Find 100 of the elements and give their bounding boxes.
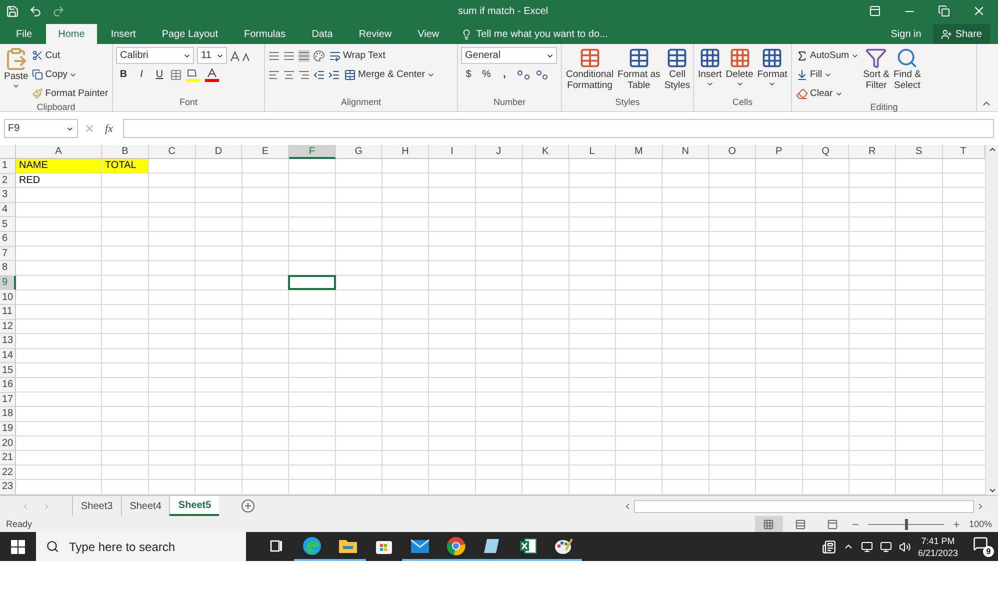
cells-button[interactable]: Format	[756, 47, 788, 97]
merge-center-button[interactable]: Merge & Center	[343, 66, 436, 83]
italic-button[interactable]: I	[134, 66, 149, 83]
taskbar-search-bar[interactable]: Type here to search	[36, 532, 246, 561]
fill-color-icon[interactable]	[185, 66, 201, 82]
row-header[interactable]: 22	[0, 465, 16, 480]
currency-button[interactable]: $	[461, 66, 476, 83]
column-header[interactable]: P	[756, 145, 803, 159]
align-bottom-icon[interactable]	[298, 50, 310, 62]
underline-button[interactable]: U	[152, 66, 167, 83]
comma-button[interactable]: ,	[497, 66, 512, 83]
row-header[interactable]: 13	[0, 334, 16, 349]
column-header[interactable]: I	[429, 145, 476, 159]
column-header[interactable]: K	[522, 145, 570, 159]
column-header[interactable]: R	[849, 145, 896, 159]
notifications-button[interactable]: 9	[973, 536, 994, 557]
row-header[interactable]: 14	[0, 348, 16, 364]
row-header[interactable]: 5	[0, 217, 16, 232]
tell-me-link[interactable]: Tell me what you want to do...	[476, 28, 608, 40]
increase-indent-icon[interactable]	[328, 68, 340, 80]
taskbar-search-field[interactable]: Type here to search	[67, 538, 237, 554]
column-header[interactable]: B	[102, 145, 149, 159]
sign-in-link[interactable]: Sign in	[884, 24, 928, 44]
column-header[interactable]: N	[662, 145, 710, 159]
row-header[interactable]: 2	[0, 174, 16, 188]
row-header[interactable]: 23	[0, 480, 16, 495]
column-header[interactable]: L	[569, 145, 616, 159]
row-header[interactable]: 8	[0, 261, 16, 276]
row-header[interactable]: 6	[0, 232, 16, 247]
ribbon-display-icon[interactable]	[869, 5, 881, 17]
align-right-icon[interactable]	[298, 68, 310, 80]
row-header[interactable]: 16	[0, 378, 16, 392]
styles-button[interactable]: Format as Table	[616, 47, 662, 97]
find-select-button[interactable]: Find & Select	[892, 47, 922, 102]
percent-button[interactable]: %	[479, 66, 494, 83]
ribbon-tab[interactable]: Review	[346, 24, 404, 44]
column-header[interactable]: C	[149, 145, 196, 159]
ribbon-tab[interactable]: View	[406, 24, 452, 44]
row-header[interactable]: 1	[0, 159, 16, 174]
column-header[interactable]: S	[896, 145, 943, 159]
column-header[interactable]: H	[382, 145, 430, 159]
align-left-icon[interactable]	[268, 68, 280, 80]
column-header[interactable]: F	[289, 145, 336, 159]
column-header[interactable]: D	[196, 145, 242, 159]
font-size-field[interactable]: 11	[197, 47, 227, 64]
styles-button[interactable]: Cell Styles	[663, 47, 692, 97]
cells-button[interactable]: Insert	[697, 47, 723, 97]
row-header[interactable]: 20	[0, 436, 16, 451]
cells-button[interactable]: Delete	[724, 47, 754, 97]
column-header[interactable]: Q	[802, 145, 850, 159]
row-header[interactable]: 19	[0, 422, 16, 436]
row-header[interactable]: 21	[0, 450, 16, 466]
row-header[interactable]: 10	[0, 290, 16, 305]
redo-icon[interactable]	[52, 4, 65, 18]
clear-button[interactable]: Clear	[795, 85, 860, 102]
wrap-text-button[interactable]: Wrap Text	[328, 47, 386, 64]
align-middle-icon[interactable]	[283, 50, 295, 62]
font-name-field[interactable]: Calibri	[116, 47, 194, 64]
spreadsheet-cell[interactable]: NAME	[16, 159, 101, 173]
column-header[interactable]: G	[336, 145, 382, 159]
spreadsheet-cell[interactable]: TOTAL	[102, 159, 148, 173]
zoom-thumb[interactable]	[904, 518, 908, 530]
ribbon-tab[interactable]: Formulas	[232, 24, 298, 44]
undo-icon[interactable]	[29, 4, 42, 18]
spreadsheet-cell[interactable]: RED	[16, 174, 101, 188]
column-header[interactable]: O	[709, 145, 756, 159]
clock-date[interactable]: 6/21/2023	[918, 546, 958, 558]
share-button[interactable]: Share	[933, 24, 990, 44]
row-header[interactable]: 11	[0, 304, 16, 320]
formula-field[interactable]	[122, 119, 994, 138]
restore-icon[interactable]	[938, 5, 950, 17]
decrease-indent-icon[interactable]	[313, 68, 325, 80]
active-cell[interactable]	[289, 276, 335, 290]
column-header[interactable]: E	[242, 145, 290, 159]
row-header[interactable]: 4	[0, 202, 16, 218]
font-color-icon[interactable]	[204, 66, 220, 82]
ribbon-tab[interactable]: Page Layout	[150, 24, 230, 44]
borders-icon[interactable]	[170, 68, 182, 80]
ribbon-tab[interactable]: Insert	[98, 24, 148, 44]
ribbon-tab[interactable]: Home	[46, 24, 97, 44]
cut-button[interactable]: Cut	[31, 47, 110, 64]
copy-button[interactable]: Copy	[31, 66, 110, 83]
format-painter-button[interactable]: Format Painter	[31, 85, 110, 102]
clock-time[interactable]: 7:41 PM	[921, 534, 955, 546]
fill-button[interactable]: Fill	[795, 66, 860, 83]
row-header[interactable]: 9	[0, 276, 16, 290]
align-top-icon[interactable]	[268, 50, 280, 62]
insert-function-button[interactable]: fx	[101, 122, 117, 134]
ribbon-tab[interactable]: File	[4, 24, 44, 44]
view-button[interactable]	[754, 516, 783, 532]
styles-button[interactable]: Conditional Formatting	[565, 47, 615, 97]
row-header[interactable]: 15	[0, 363, 16, 378]
column-header[interactable]: A	[16, 145, 102, 159]
row-header[interactable]: 12	[0, 320, 16, 334]
zoom-level-text[interactable]: 100%	[968, 519, 992, 529]
close-icon[interactable]	[972, 4, 986, 18]
ribbon-tab[interactable]: Data	[300, 24, 345, 44]
column-header[interactable]: T	[942, 145, 985, 159]
paste-button[interactable]: Paste	[3, 47, 30, 102]
column-header[interactable]: J	[476, 145, 522, 159]
